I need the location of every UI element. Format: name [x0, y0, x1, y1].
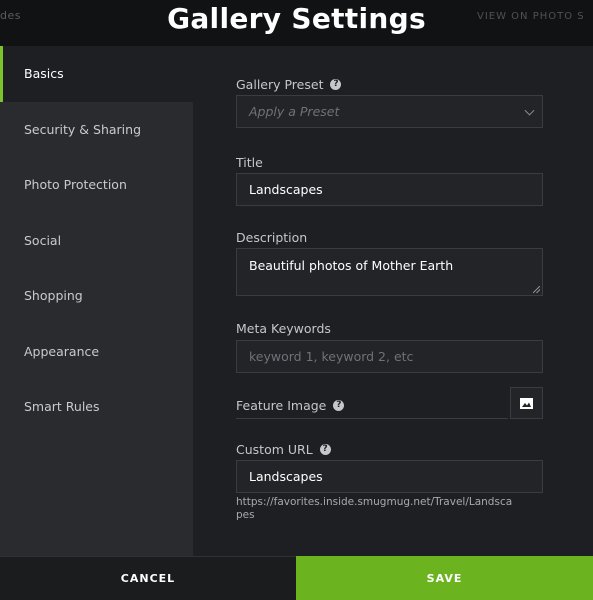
custom-url-preview: https://favorites.inside.smugmug.net/Tra… [236, 496, 513, 521]
settings-sidebar: Basics Security & Sharing Photo Protecti… [0, 46, 193, 556]
sidebar-item-appearance[interactable]: Appearance [0, 324, 193, 380]
meta-keywords-label-text: Meta Keywords [236, 321, 331, 336]
title-input[interactable]: Landscapes [236, 173, 543, 206]
feature-image-button[interactable] [510, 387, 543, 419]
description-label: Description [236, 230, 307, 245]
title-label-text: Title [236, 155, 263, 170]
sidebar-item-security-sharing[interactable]: Security & Sharing [0, 102, 193, 158]
custom-url-input[interactable]: Landscapes [236, 460, 543, 493]
custom-url-label: Custom URL ? [236, 442, 331, 457]
gallery-preset-label-text: Gallery Preset [236, 77, 324, 92]
sidebar-item-photo-protection[interactable]: Photo Protection [0, 157, 193, 213]
help-circle-icon[interactable]: ? [319, 444, 331, 455]
custom-url-label-text: Custom URL [236, 442, 313, 457]
sidebar-item-basics[interactable]: Basics [0, 46, 193, 102]
description-label-text: Description [236, 230, 308, 245]
resize-handle[interactable] [533, 286, 540, 293]
meta-keywords-label: Meta Keywords [236, 321, 331, 336]
feature-image-field [236, 418, 508, 419]
feature-image-label: Feature Image ? [236, 398, 345, 413]
sidebar-item-shopping[interactable]: Shopping [0, 268, 193, 324]
chevron-down-icon [524, 105, 535, 116]
page-header: des Gallery Settings VIEW ON PHOTO S [0, 0, 593, 46]
cancel-button[interactable]: CANCEL [0, 556, 296, 600]
save-button[interactable]: SAVE [296, 556, 593, 600]
title-label: Title [236, 155, 263, 170]
feature-image-label-text: Feature Image [236, 398, 327, 413]
gallery-preset-select[interactable]: Apply a Preset [236, 95, 543, 128]
description-textarea[interactable]: Beautiful photos of Mother Earth [236, 248, 543, 296]
view-on-photo-site-link[interactable]: VIEW ON PHOTO S [477, 11, 589, 22]
modal-footer: CANCEL SAVE [0, 556, 593, 600]
meta-keywords-input[interactable]: keyword 1, keyword 2, etc [236, 340, 543, 373]
help-circle-icon[interactable]: ? [333, 400, 345, 411]
description-value: Beautiful photos of Mother Earth [249, 258, 454, 273]
help-circle-icon[interactable]: ? [330, 79, 342, 90]
gallery-settings-modal: Basics Security & Sharing Photo Protecti… [0, 46, 593, 600]
image-icon [520, 397, 533, 409]
gallery-preset-placeholder: Apply a Preset [249, 104, 340, 119]
sidebar-item-smart-rules[interactable]: Smart Rules [0, 379, 193, 435]
sidebar-item-social[interactable]: Social [0, 213, 193, 269]
gallery-preset-label: Gallery Preset ? [236, 77, 342, 92]
